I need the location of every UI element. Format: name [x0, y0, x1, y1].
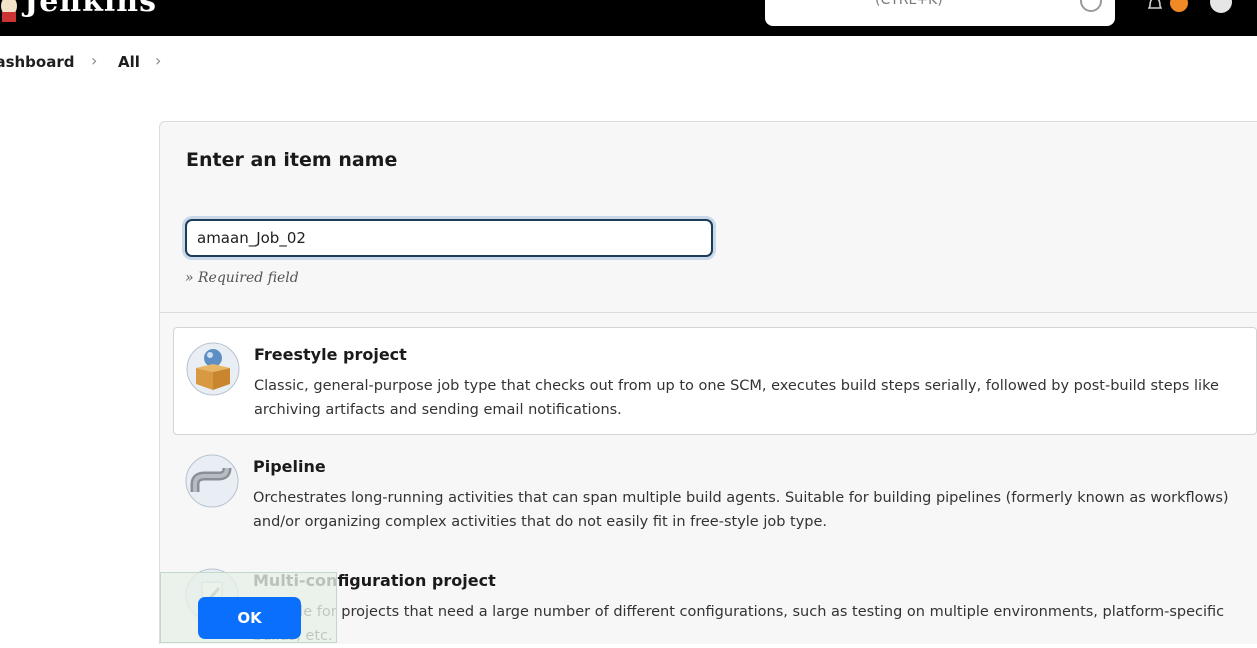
required-field-note: » Required field: [185, 270, 299, 286]
jenkins-logo-icon[interactable]: [0, 0, 20, 22]
breadcrumb: Dashboard › All ›: [0, 36, 1257, 88]
breadcrumb-chevron-icon: ›: [91, 51, 98, 70]
project-type-description: Orchestrates long-running activities tha…: [253, 490, 1229, 530]
ok-button[interactable]: OK: [198, 597, 301, 639]
user-avatar-icon[interactable]: [1210, 0, 1232, 13]
project-type-description: Classic, general-purpose job type that c…: [254, 378, 1219, 418]
project-type-freestyle[interactable]: Freestyle project Classic, general-purpo…: [173, 327, 1257, 435]
pipeline-pipe-icon: [185, 454, 239, 508]
project-type-title: Freestyle project: [254, 345, 407, 364]
item-name-input[interactable]: [185, 219, 713, 257]
header-search-input[interactable]: (CTRL+K): [765, 0, 1115, 26]
new-item-panel: Enter an item name » Required field Free…: [159, 121, 1257, 644]
top-header: Jenkins (CTRL+K): [0, 0, 1257, 36]
breadcrumb-chevron-icon[interactable]: ›: [155, 51, 161, 70]
project-type-pipeline[interactable]: Pipeline Orchestrates long-running activ…: [173, 440, 1257, 550]
project-type-title: Pipeline: [253, 457, 326, 476]
jenkins-logo-text[interactable]: Jenkins: [24, 0, 157, 19]
notification-badge[interactable]: [1170, 0, 1188, 12]
search-shortcut-hint: (CTRL+K): [875, 0, 943, 8]
breadcrumb-all[interactable]: All: [118, 53, 140, 71]
divider: [160, 312, 1257, 313]
project-type-description: Suitable for projects that need a large …: [253, 604, 1225, 644]
breadcrumb-dashboard[interactable]: Dashboard: [0, 53, 74, 71]
page-title: Enter an item name: [186, 149, 398, 171]
freestyle-box-icon: [186, 342, 240, 396]
bell-icon[interactable]: [1148, 0, 1162, 12]
